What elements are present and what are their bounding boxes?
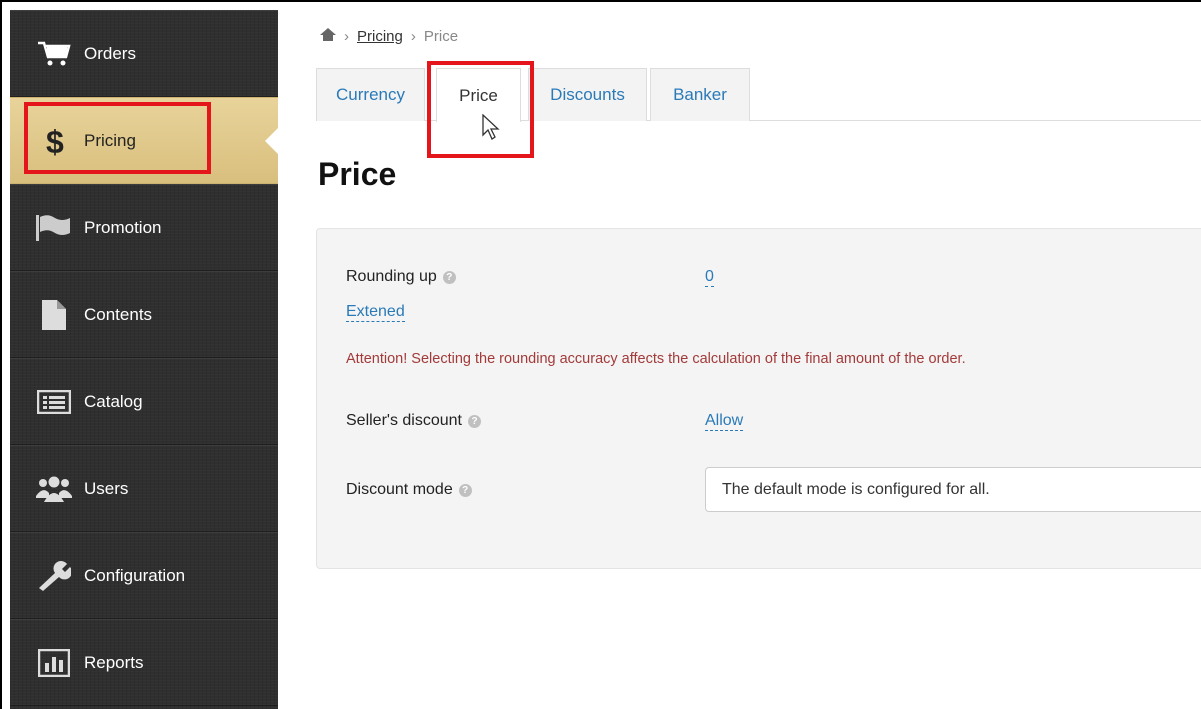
discount-mode-label: Discount mode ? <box>346 481 472 499</box>
mouse-cursor-icon <box>482 113 502 147</box>
breadcrumb-pricing-link[interactable]: Pricing <box>357 28 403 45</box>
sidebar-item-configuration[interactable]: Configuration <box>10 532 278 619</box>
sidebar-item-label: Contents <box>84 304 153 324</box>
sidebar-item-label: Orders <box>84 43 136 63</box>
rounding-value-link[interactable]: 0 <box>705 268 714 287</box>
sidebar-item-contents[interactable]: Contents <box>10 271 278 358</box>
discount-mode-text: Discount mode <box>346 481 453 498</box>
attention-message: Attention! Selecting the rounding accura… <box>346 351 966 367</box>
extended-link[interactable]: Extened <box>346 303 405 322</box>
sidebar-item-catalog[interactable]: Catalog <box>10 358 278 445</box>
rounding-up-text: Rounding up <box>346 268 437 285</box>
discount-mode-select[interactable]: The default mode is configured for all. <box>705 467 1201 512</box>
sidebar-item-users[interactable]: Users <box>10 445 278 532</box>
sidebar-item-label: Catalog <box>84 391 143 411</box>
page-title: Price <box>318 156 397 192</box>
bar-chart-icon <box>36 648 72 678</box>
help-icon[interactable]: ? <box>458 483 472 497</box>
home-icon[interactable] <box>320 28 336 45</box>
document-icon <box>36 299 72 330</box>
rounding-up-label: Rounding up ? <box>346 268 456 286</box>
sidebar-item-label: Users <box>84 478 129 498</box>
sidebar-item-label: Promotion <box>84 217 162 237</box>
active-indicator <box>265 126 279 155</box>
app-frame: Orders $ Pricing Promotion Contents Cata… <box>0 0 1201 709</box>
breadcrumb-separator: › <box>344 28 349 45</box>
breadcrumb: › Pricing › Price <box>320 28 458 45</box>
breadcrumb-current: Price <box>423 28 459 45</box>
highlight-box-price-tab <box>427 61 534 158</box>
sidebar-item-label: Configuration <box>84 565 186 585</box>
help-icon[interactable]: ? <box>442 270 456 284</box>
sidebar-item-reports[interactable]: Reports <box>10 619 278 706</box>
tab-currency[interactable]: Currency <box>316 68 425 121</box>
flag-icon <box>36 213 72 243</box>
tab-discounts[interactable]: Discounts <box>528 68 647 121</box>
seller-discount-text: Seller's discount <box>346 412 462 429</box>
seller-discount-allow-link[interactable]: Allow <box>705 412 744 431</box>
list-icon <box>36 387 72 417</box>
help-icon[interactable]: ? <box>468 414 481 428</box>
seller-discount-label: Seller's discount ? <box>346 412 481 430</box>
users-icon <box>36 474 72 504</box>
highlight-box-pricing <box>24 102 211 174</box>
wrench-icon <box>36 560 72 591</box>
cart-icon <box>36 39 72 69</box>
breadcrumb-separator: › <box>410 28 416 45</box>
sidebar-item-orders[interactable]: Orders <box>10 10 278 97</box>
sidebar-item-promotion[interactable]: Promotion <box>10 184 278 271</box>
tab-banker[interactable]: Banker <box>650 68 750 121</box>
sidebar-item-label: Reports <box>84 652 144 672</box>
